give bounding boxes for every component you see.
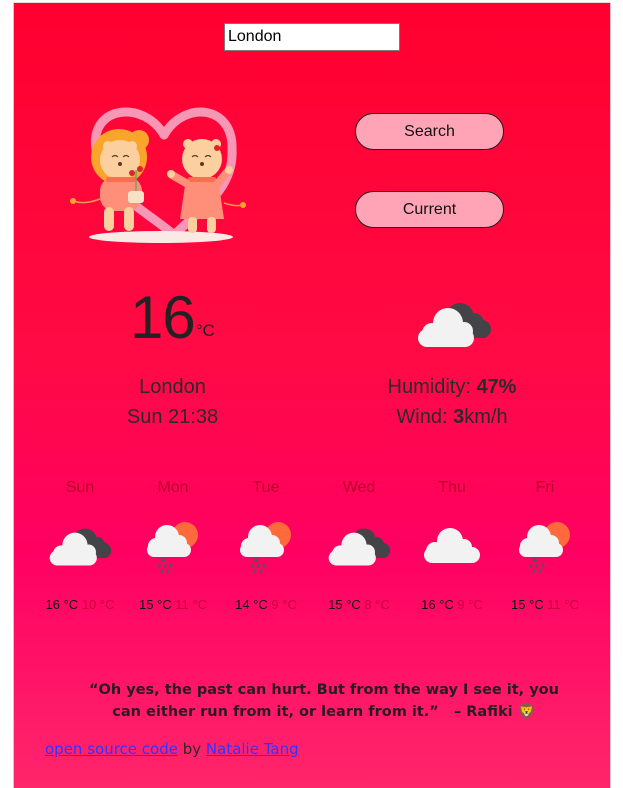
forecast-low: 9 °C: [457, 597, 483, 612]
forecast-high: 16 °C: [45, 597, 79, 612]
forecast-row: Sun 16 °C 10 °C Mon 15 °C 11 °C Tue 14 °…: [39, 477, 599, 647]
forecast-low: 10 °C: [81, 597, 115, 612]
temperature-unit: °C: [195, 321, 215, 340]
forecast-high: 16 °C: [421, 597, 454, 612]
wind-label: Wind:: [396, 406, 454, 428]
forecast-low: 11 °C: [547, 597, 579, 612]
forecast-temps: 15 °C 11 °C: [133, 595, 213, 615]
humidity-value: 47%: [476, 376, 517, 398]
forecast-high: 15 °C: [328, 597, 361, 612]
forecast-temps: 16 °C 9 °C: [412, 595, 492, 615]
forecast-day-name: Fri: [535, 479, 555, 496]
forecast-day-name: Sun: [65, 479, 95, 496]
footer: open source code by Natalie Tang: [45, 740, 299, 758]
forecast-day-name: Wed: [342, 479, 376, 496]
humidity-label: Humidity:: [387, 376, 477, 398]
cloud-icon: [424, 528, 480, 563]
forecast-day: Fri 15 °C 11 °C: [505, 477, 585, 615]
wind-unit: km/h: [464, 406, 508, 428]
forecast-day: Mon 15 °C 11 °C: [133, 477, 213, 615]
forecast-temps: 15 °C 8 °C: [319, 595, 399, 615]
forecast-low: 11 °C: [175, 597, 207, 612]
cloudy-dark-cloud-icon: [418, 303, 491, 347]
wind-value: 3: [453, 406, 465, 428]
city-search-input[interactable]: [224, 23, 400, 51]
lion-emoji-icon: 🦁: [517, 704, 536, 720]
forecast-high: 14 °C: [235, 597, 268, 612]
lion-couple-heart-illustration: [70, 107, 246, 243]
forecast-day: Wed 15 °C 8 °C: [319, 477, 399, 615]
quote: “Oh yes, the past can hurt. But from the…: [84, 679, 564, 723]
sun-rain-cloud-icon: [519, 522, 570, 574]
broken-clouds-icon: [49, 528, 112, 566]
sun-rain-cloud-icon: [147, 522, 198, 574]
forecast-temps: 16 °C 10 °C: [40, 595, 120, 615]
city-name: London: [139, 376, 206, 398]
forecast-day-name: Mon: [157, 479, 189, 496]
quote-author: – Rafiki: [453, 704, 513, 720]
forecast-low: 8 °C: [364, 597, 390, 612]
footer-by-text: by: [177, 740, 206, 758]
temperature-value: 16: [130, 284, 196, 351]
forecast-day: Tue 14 °C 9 °C: [226, 477, 306, 615]
wind-readout: Wind: 3km/h: [344, 406, 560, 429]
forecast-low: 9 °C: [271, 597, 297, 612]
forecast-high: 15 °C: [511, 597, 544, 612]
broken-clouds-icon: [328, 528, 391, 566]
current-location-button[interactable]: Current: [355, 191, 504, 228]
forecast-temps: 15 °C 11 °C: [505, 595, 585, 615]
author-link[interactable]: Natalie Tang: [206, 740, 299, 758]
forecast-high: 15 °C: [139, 597, 172, 612]
current-datetime: Sun 21:38: [126, 406, 219, 428]
forecast-day-name: Tue: [252, 479, 280, 496]
forecast-day-name: Thu: [438, 479, 466, 496]
humidity-readout: Humidity: 47%: [344, 376, 560, 399]
current-temperature: 16 °C: [130, 283, 215, 353]
forecast-day: Sun 16 °C 10 °C: [40, 477, 120, 615]
weather-app-card: Search Current 16 °C London Sun 21:38 Hu…: [13, 2, 611, 788]
sun-rain-cloud-icon: [240, 522, 291, 574]
forecast-day: Thu 16 °C 9 °C: [412, 477, 492, 615]
forecast-temps: 14 °C 9 °C: [226, 595, 306, 615]
open-source-code-link[interactable]: open source code: [45, 740, 178, 758]
search-button[interactable]: Search: [355, 113, 504, 150]
